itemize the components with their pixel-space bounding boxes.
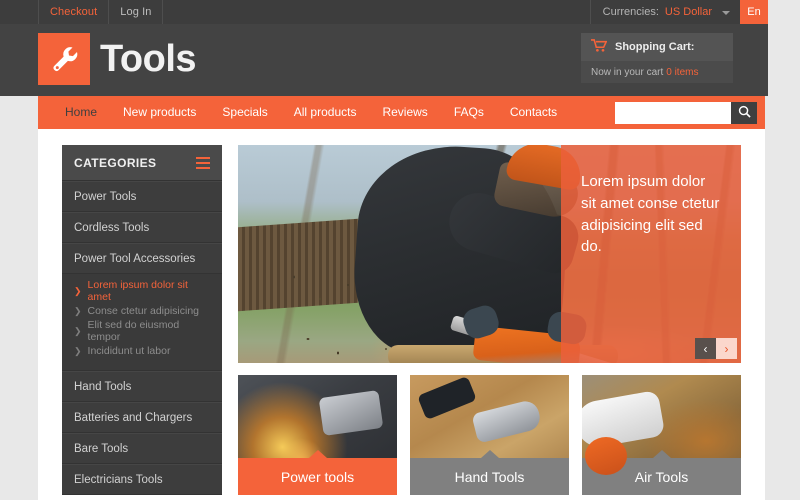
hero-caption-panel: Lorem ipsum dolor sit amet conse ctetur … [561, 145, 741, 363]
sidebar-subitem-3[interactable]: ❯ Elit sed do eiusmod tempor [62, 319, 222, 343]
sidebar-item-hand-tools[interactable]: Hand Tools [62, 371, 222, 402]
category-tiles: Power tools Hand Tools Air Tools [238, 375, 741, 495]
nav-item-reviews[interactable]: Reviews [369, 96, 440, 129]
sidebar-sublist: ❯ Lorem ipsum dolor sit amet ❯ Conse cte… [62, 274, 222, 371]
currency-value: US Dollar [664, 6, 712, 18]
cart-item-count: 0 items [666, 66, 699, 78]
hamburger-icon[interactable] [196, 156, 210, 169]
categories-header: CATEGORIES [62, 145, 222, 181]
main-navigation: Home New products Specials All products … [38, 96, 765, 129]
sidebar-item-bare-tools[interactable]: Bare Tools [62, 433, 222, 464]
nav-item-contacts[interactable]: Contacts [497, 96, 570, 129]
top-bar-right: Currencies: US Dollar En [589, 0, 768, 24]
slider-prev-button[interactable]: ‹ [695, 338, 716, 359]
sidebar-item-power-tools[interactable]: Power Tools [62, 181, 222, 212]
nav-item-all-products[interactable]: All products [281, 96, 370, 129]
tile-notch-icon [480, 450, 499, 458]
search-button[interactable] [731, 101, 757, 124]
wrench-icon [38, 33, 90, 85]
tile-notch-icon [652, 450, 671, 458]
checkout-link[interactable]: Checkout [38, 0, 110, 24]
content-area: CATEGORIES Power Tools Cordless Tools Po… [38, 129, 765, 500]
categories-title: CATEGORIES [74, 155, 157, 170]
sidebar-item-power-tool-accessories[interactable]: Power Tool Accessories [62, 243, 222, 274]
cart-title: Shopping Cart: [615, 41, 695, 53]
cart-header: Shopping Cart: [581, 33, 733, 61]
search-form [615, 101, 757, 124]
sidebar-item-batteries-and-chargers[interactable]: Batteries and Chargers [62, 402, 222, 433]
nav-item-specials[interactable]: Specials [209, 96, 280, 129]
sidebar-subitem-label: Elit sed do eiusmod tempor [87, 319, 180, 343]
sidebar-subitem-label: Conse ctetur adipisicing [87, 305, 200, 317]
nav-item-faqs[interactable]: FAQs [441, 96, 497, 129]
sidebar-subitem-2[interactable]: ❯ Conse ctetur adipisicing [62, 301, 222, 321]
currency-label: Currencies: [602, 6, 659, 18]
sidebar-subitem-label: Incididunt ut labor [87, 345, 171, 357]
site-title: Tools [100, 38, 197, 80]
currency-selector[interactable]: Currencies: US Dollar [589, 0, 740, 24]
site-header: Tools Shopping Cart: Now in your cart 0 … [0, 24, 768, 96]
sidebar-item-cordless-tools[interactable]: Cordless Tools [62, 212, 222, 243]
cart-status: Now in your cart 0 items [581, 61, 733, 83]
tile-air-tools[interactable]: Air Tools [582, 375, 741, 495]
login-link[interactable]: Log In [108, 0, 164, 24]
sidebar-subitem-label: Lorem ipsum dolor sit amet [87, 279, 188, 303]
chevron-right-icon: ❯ [74, 325, 82, 336]
sidebar-item-electricians-tools[interactable]: Electricians Tools [62, 464, 222, 495]
sidebar-subitem-1[interactable]: ❯ Lorem ipsum dolor sit amet [62, 279, 222, 303]
tile-power-tools-label: Power tools [238, 458, 397, 495]
nav-item-home[interactable]: Home [52, 96, 110, 129]
chevron-down-icon [722, 10, 730, 15]
tile-hand-tools-label: Hand Tools [410, 458, 569, 495]
chevron-right-icon: ❯ [74, 345, 82, 356]
hero-slider[interactable]: Lorem ipsum dolor sit amet conse ctetur … [238, 145, 741, 363]
slider-next-button[interactable]: › [716, 338, 737, 359]
slider-controls: ‹ › [695, 338, 737, 359]
chevron-right-icon: ❯ [74, 285, 82, 296]
top-bar-links: Checkout Log In [38, 0, 164, 24]
hero-caption-text: Lorem ipsum dolor sit amet conse ctetur … [581, 173, 720, 256]
tile-power-tools[interactable]: Power tools [238, 375, 397, 495]
categories-sidebar: CATEGORIES Power Tools Cordless Tools Po… [62, 145, 222, 495]
sidebar-subitem-4[interactable]: ❯ Incididunt ut labor [62, 341, 222, 361]
nav-links: Home New products Specials All products … [38, 96, 570, 129]
shopping-cart-widget[interactable]: Shopping Cart: Now in your cart 0 items [581, 33, 733, 83]
tile-hand-tools[interactable]: Hand Tools [410, 375, 569, 495]
cart-status-text: Now in your cart [591, 66, 664, 78]
language-button[interactable]: En [740, 0, 768, 24]
shopping-cart-icon [591, 39, 608, 55]
top-bar: Checkout Log In Currencies: US Dollar En [0, 0, 768, 24]
search-icon [738, 105, 751, 121]
site-logo[interactable]: Tools [38, 33, 197, 85]
tile-notch-icon [308, 450, 327, 458]
search-input[interactable] [615, 101, 731, 124]
chevron-right-icon: ❯ [74, 305, 82, 316]
nav-item-new-products[interactable]: New products [110, 96, 209, 129]
